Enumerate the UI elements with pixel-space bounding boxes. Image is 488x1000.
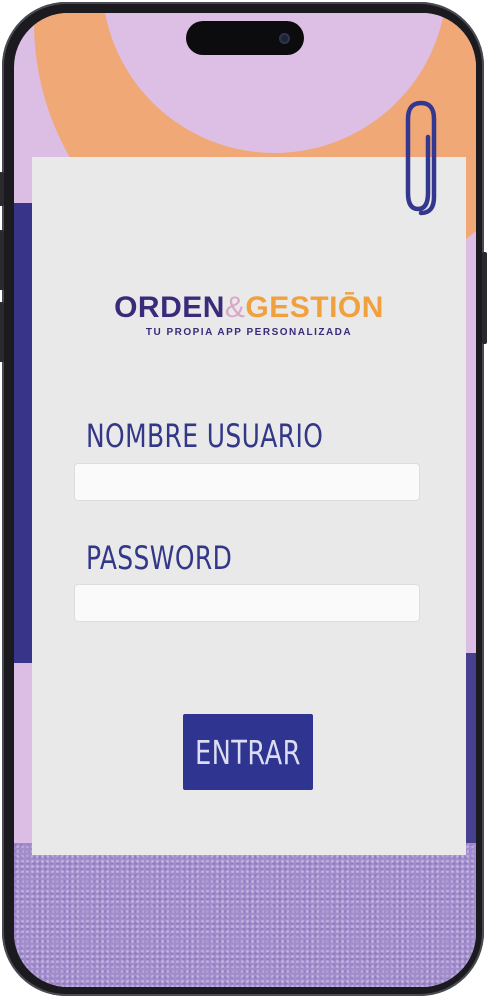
background-textured-band (14, 843, 476, 987)
brand-name-part1: ORDEN (114, 291, 225, 324)
dynamic-island (186, 21, 304, 55)
username-input[interactable] (74, 463, 420, 501)
paperclip-icon (405, 100, 437, 216)
front-camera-icon (279, 33, 290, 44)
brand-tagline: TU PROPIA APP PERSONALIZADA (145, 327, 353, 338)
volume-down-button (0, 302, 4, 362)
login-submit-button[interactable]: ENTRAR (183, 714, 313, 790)
volume-up-button (0, 230, 4, 290)
password-input[interactable] (74, 584, 420, 622)
password-label: PASSWORD (86, 539, 233, 577)
login-card: ORDEN&GESTIŌN TU PROPIA APP PERSONALIZAD… (32, 157, 466, 855)
action-button (0, 172, 4, 206)
brand-ampersand: & (224, 291, 246, 324)
brand-wordmark: ORDEN&GESTIŌN (32, 291, 466, 325)
username-label: NOMBRE USUARIO (86, 417, 324, 455)
phone-frame: ORDEN&GESTIŌN TU PROPIA APP PERSONALIZAD… (0, 2, 487, 996)
power-button (482, 252, 487, 344)
brand-logo: ORDEN&GESTIŌN TU PROPIA APP PERSONALIZAD… (32, 291, 466, 338)
brand-name-part2: GESTIŌN (245, 291, 384, 324)
login-submit-label: ENTRAR (195, 732, 301, 772)
phone-screen: ORDEN&GESTIŌN TU PROPIA APP PERSONALIZAD… (14, 13, 476, 987)
